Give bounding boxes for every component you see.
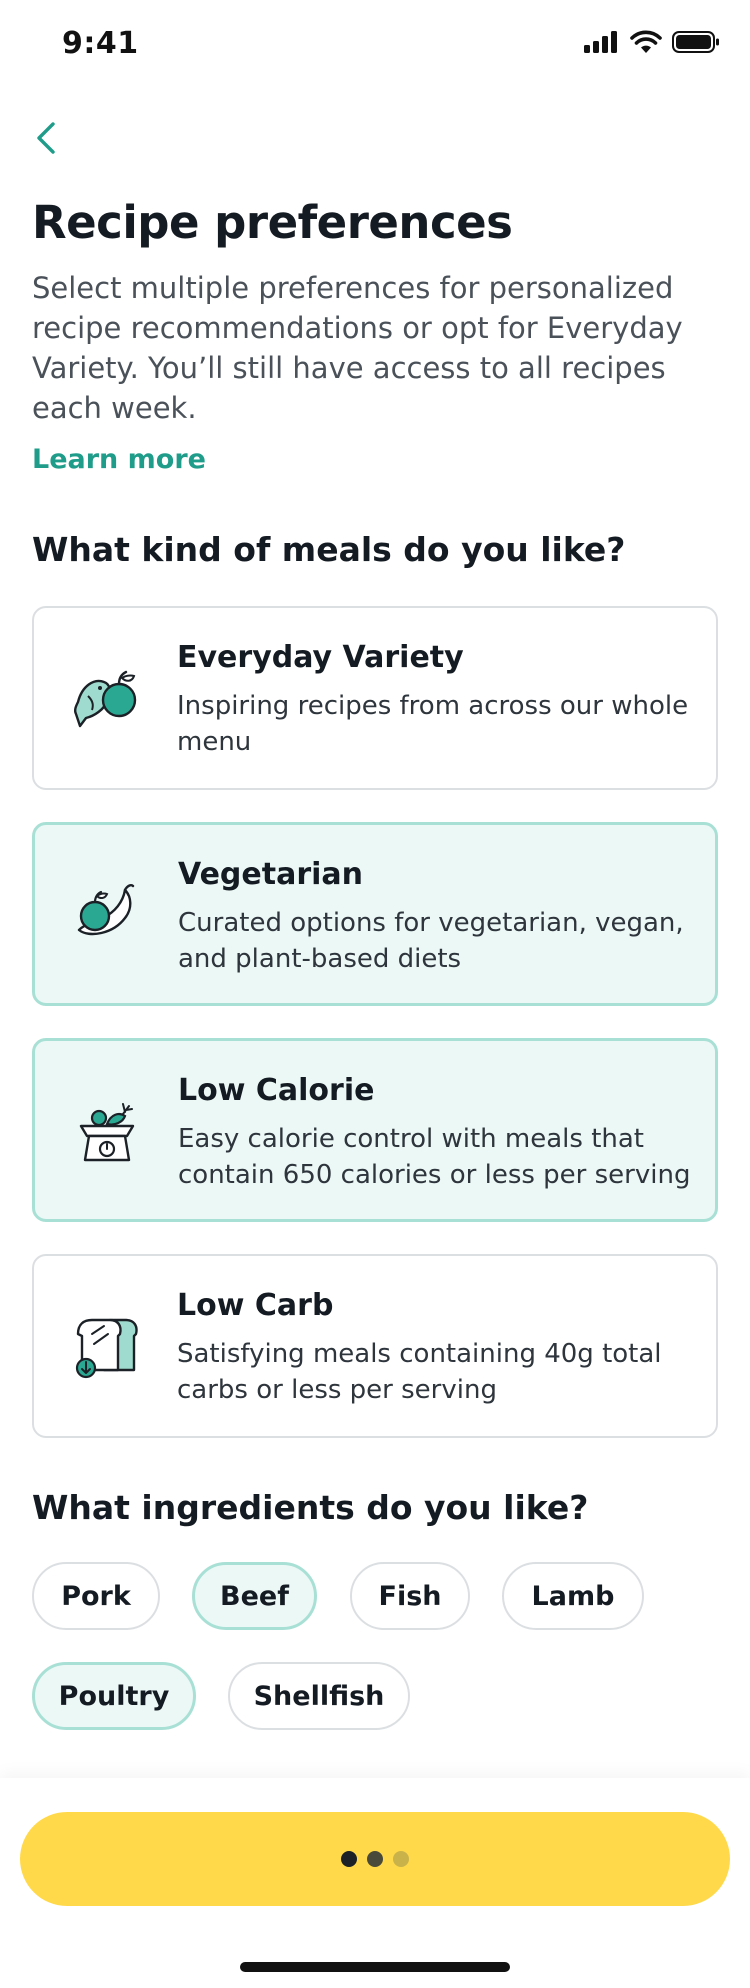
meal-card-title: Low Calorie [178,1073,375,1108]
loading-dots [20,1851,730,1867]
loading-dot [393,1851,409,1867]
meal-card-title: Low Carb [177,1288,334,1323]
meal-card-title: Everyday Variety [177,640,464,675]
chevron-left-icon [37,122,55,154]
status-bar: 9:41 [0,0,750,90]
meal-card-low-calorie[interactable]: Low Calorie Easy calorie control with me… [32,1038,718,1222]
status-time: 9:41 [62,26,139,61]
wifi-icon [630,30,662,53]
loading-dot [341,1851,357,1867]
back-button[interactable] [26,116,66,160]
battery-icon [672,31,719,53]
page-subtitle: Select multiple preferences for personal… [32,271,683,425]
home-indicator [240,1962,510,1972]
continue-button-loading[interactable] [20,1812,730,1906]
eggplant-apple-icon [65,872,149,956]
meal-card-description: Inspiring recipes from across our whole … [177,691,689,757]
meal-card-description: Easy calorie control with meals that con… [178,1124,691,1190]
ingredients-section-title: What ingredients do you like? [32,1488,589,1527]
meal-card-low-carb[interactable]: Low Carb Satisfying meals containing 40g… [32,1254,718,1438]
fish-apple-icon [64,656,148,740]
chip-pork[interactable]: Pork [32,1562,160,1630]
status-icons [584,30,720,54]
meal-card-everyday-variety[interactable]: Everyday Variety Inspiring recipes from … [32,606,718,790]
chip-poultry[interactable]: Poultry [32,1662,196,1730]
bread-down-icon [64,1304,148,1388]
signal-icon [584,31,617,53]
meal-card-title: Vegetarian [178,857,364,892]
page-title: Recipe preferences [32,196,513,249]
meals-section-title: What kind of meals do you like? [32,530,626,569]
chip-lamb[interactable]: Lamb [502,1562,644,1630]
meal-card-description: Curated options for vegetarian, vegan, a… [178,908,684,974]
learn-more-link[interactable]: Learn more [32,444,206,475]
meal-card-vegetarian[interactable]: Vegetarian Curated options for vegetaria… [32,822,718,1006]
meal-card-description: Satisfying meals containing 40g total ca… [177,1339,662,1405]
loading-dot [367,1851,383,1867]
chip-beef[interactable]: Beef [192,1562,317,1630]
kitchen-scale-icon [65,1088,149,1172]
chip-shellfish[interactable]: Shellfish [228,1662,410,1730]
chip-fish[interactable]: Fish [350,1562,470,1630]
